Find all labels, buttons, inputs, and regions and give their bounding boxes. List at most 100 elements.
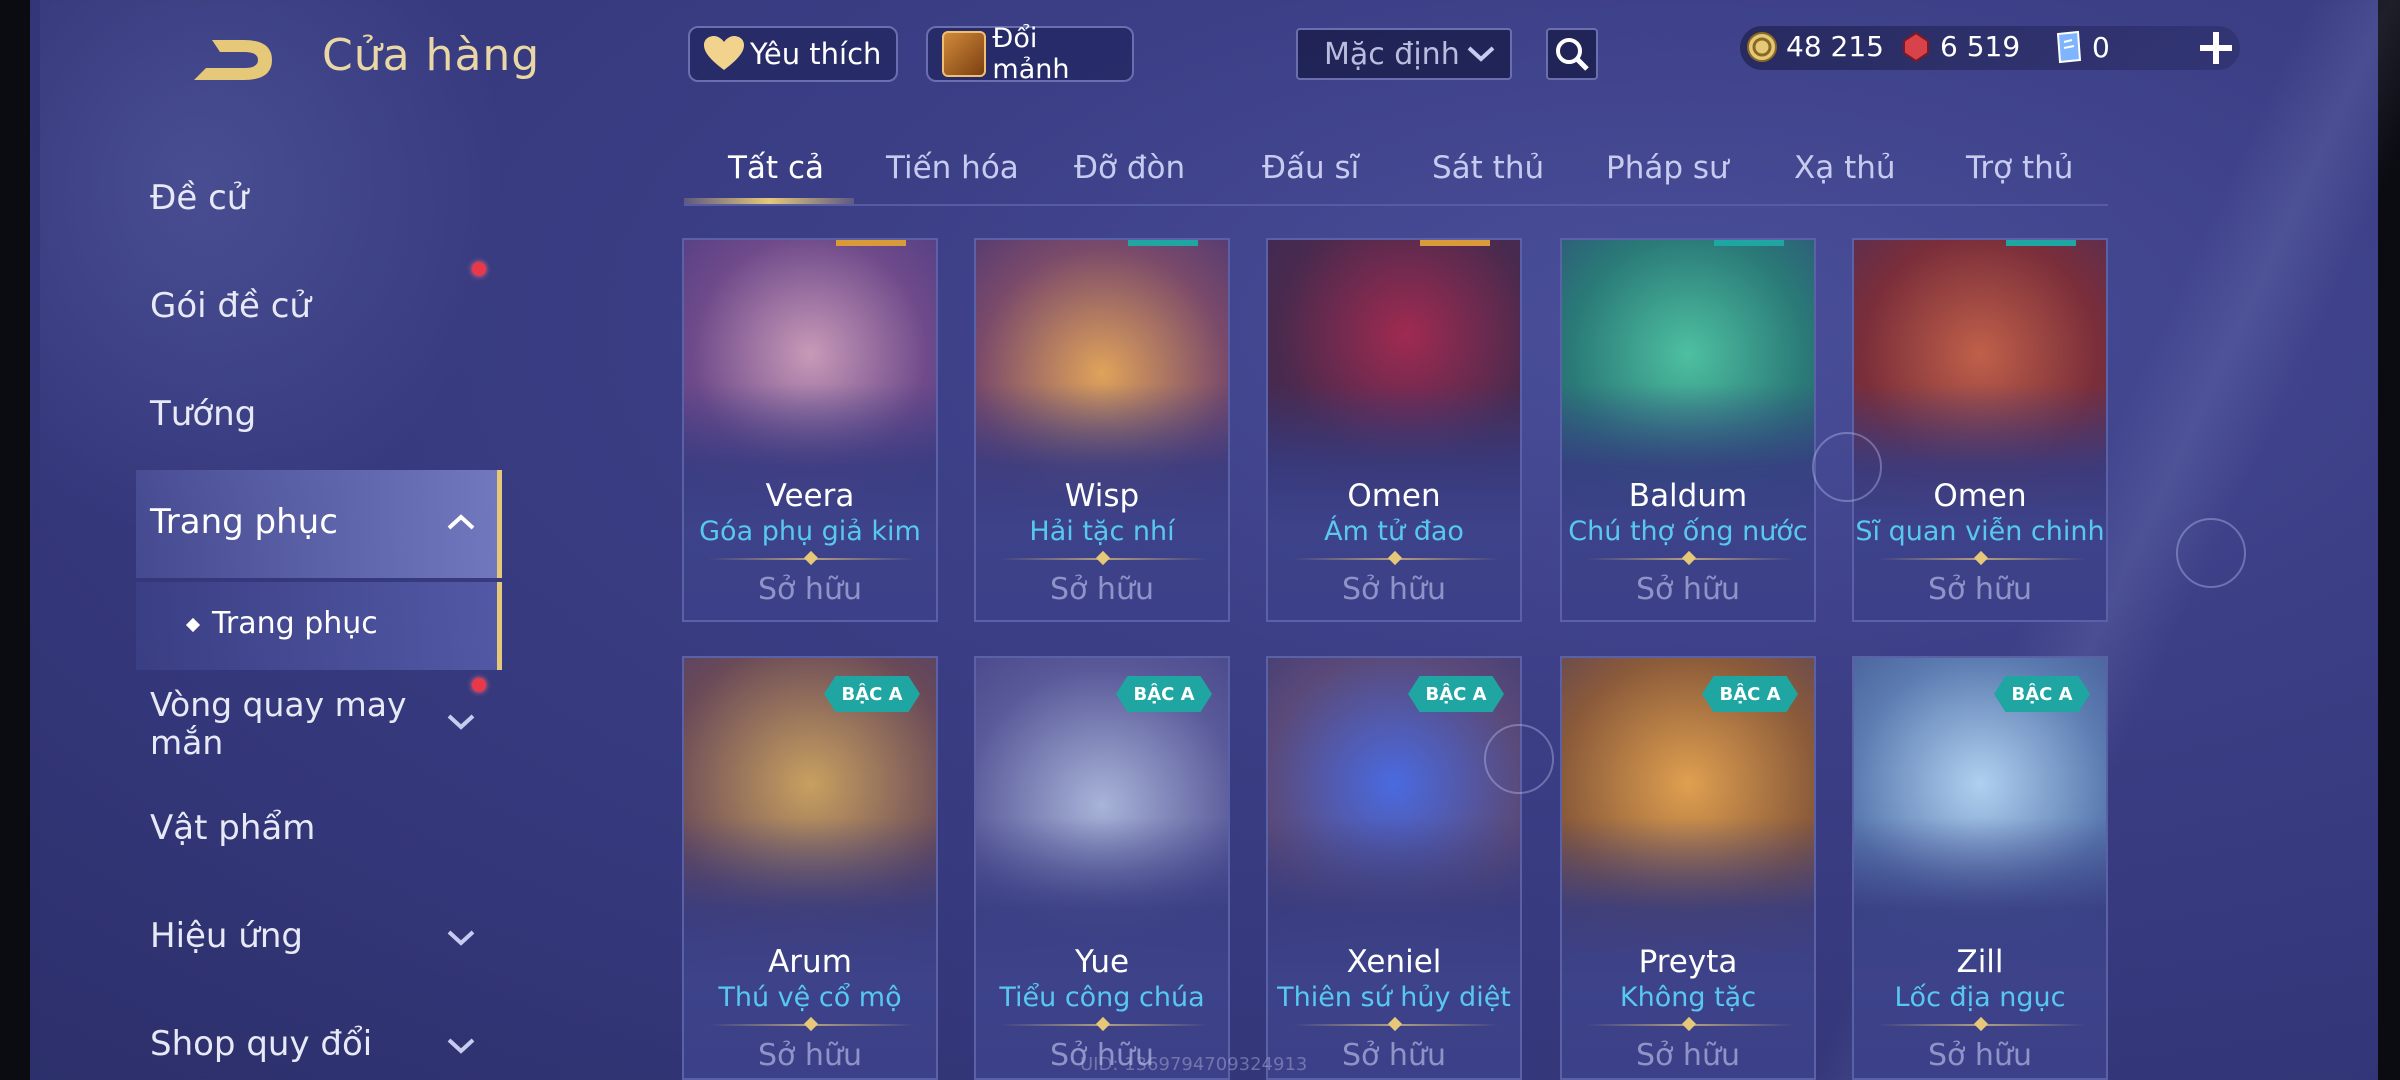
card-top-tab [1128, 240, 1198, 246]
heart-icon [704, 36, 744, 70]
voucher-currency: 0 [2052, 30, 2110, 64]
sidebar-item-skins[interactable]: Trang phục [150, 502, 338, 542]
add-currency-button[interactable] [2196, 28, 2236, 68]
rank-badge: BẬC A [1702, 676, 1798, 712]
card-top-tab [1714, 240, 1784, 246]
shard-exchange-label: Đổi mảnh [992, 23, 1070, 85]
hero-name: Arum [768, 944, 852, 980]
skin-card[interactable]: BẬC A Yue Tiểu công chúa Sở hữu [974, 656, 1230, 1080]
skin-card[interactable]: Baldum Chú thợ ống nước Sở hữu [1560, 238, 1816, 622]
sidebar-item-effects[interactable]: Hiệu ứng [150, 916, 303, 956]
hero-name: Wisp [1064, 478, 1140, 514]
skin-card[interactable]: BẬC A Arum Thú vệ cổ mộ Sở hữu [682, 656, 938, 1080]
owned-status: Sở hữu [758, 572, 862, 607]
owned-status: Sở hữu [758, 1038, 862, 1073]
chevron-down-icon [1467, 46, 1495, 62]
gold-amount: 48 215 [1786, 30, 1884, 63]
owned-status: Sở hữu [1342, 572, 1446, 607]
ruby-amount: 6 519 [1940, 30, 2021, 63]
tab-all[interactable]: Tất cả [728, 150, 824, 186]
rank-badge: BẬC A [1994, 676, 2090, 712]
voucher-amount: 0 [2092, 30, 2110, 64]
rank-badge: BẬC A [1116, 676, 1212, 712]
sidebar-item-heroes[interactable]: Tướng [150, 394, 256, 434]
tab-tank[interactable]: Đỡ đòn [1074, 150, 1185, 186]
hero-name: Zill [1956, 944, 2004, 980]
skin-card[interactable]: BẬC A Xeniel Thiên sứ hủy diệt Sở hữu [1266, 656, 1522, 1080]
active-tab-indicator [684, 198, 854, 204]
owned-status: Sở hữu [1636, 1038, 1740, 1073]
ruby-currency: 6 519 [1900, 30, 2020, 63]
owned-status: Sở hữu [1050, 572, 1154, 607]
skin-name: Không tặc [1619, 982, 1757, 1013]
skin-name: Sĩ quan viễn chinh [1855, 516, 2105, 547]
favorites-label: Yêu thích [750, 37, 882, 71]
skin-name: Thiên sứ hủy diệt [1277, 982, 1511, 1013]
sidebar-item-recommended-packs[interactable]: Gói đề cử [150, 286, 311, 326]
right-letterbox [2378, 0, 2400, 1080]
notification-dot [472, 678, 486, 692]
search-icon [1556, 38, 1589, 71]
skin-name: Tiểu công chúa [999, 982, 1205, 1013]
plus-icon [2200, 32, 2232, 64]
sidebar-subitem-skins[interactable]: Trang phục [212, 606, 378, 641]
favorites-button[interactable]: Yêu thích [688, 26, 898, 82]
skin-card[interactable]: Wisp Hải tặc nhí Sở hữu [974, 238, 1230, 622]
tab-marksman[interactable]: Xạ thủ [1794, 150, 1896, 186]
card-top-tab [2006, 240, 2076, 246]
back-button[interactable] [186, 34, 278, 86]
owned-status: Sở hữu [1928, 572, 2032, 607]
sort-dropdown[interactable]: Mặc định [1296, 28, 1512, 80]
category-tabs: Tất cả Tiến hóa Đỡ đòn Đấu sĩ Sát thủ Ph… [684, 140, 2108, 206]
hero-name: Omen [1347, 478, 1441, 514]
chevron-down-icon [447, 1038, 475, 1054]
tab-assassin[interactable]: Sát thủ [1432, 150, 1544, 186]
chevron-down-icon [447, 930, 475, 946]
search-button[interactable] [1546, 28, 1598, 80]
rank-badge: BẬC A [824, 676, 920, 712]
skin-card[interactable]: BẬC A Zill Lốc địa ngục Sở hữu [1852, 656, 2108, 1080]
hero-name: Xeniel [1346, 944, 1442, 980]
sidebar-item-lucky-spin[interactable]: Vòng quay may mắn [150, 686, 440, 762]
hero-name: Veera [765, 478, 855, 514]
skin-card[interactable]: Omen Ám tử đao Sở hữu [1266, 238, 1522, 622]
sidebar-item-exchange-shop[interactable]: Shop quy đổi [150, 1024, 372, 1064]
voucher-icon [2056, 30, 2082, 64]
page-title: Cửa hàng [322, 30, 541, 81]
shard-exchange-button[interactable]: Đổi mảnh [926, 23, 1134, 85]
chevron-up-icon [447, 514, 475, 530]
hero-name: Preyta [1638, 944, 1738, 980]
skin-name: Góa phụ giả kim [699, 516, 921, 547]
sidebar-item-recommended[interactable]: Đề cử [150, 178, 248, 218]
skin-name: Thú vệ cổ mộ [718, 982, 902, 1013]
skin-name: Lốc địa ngục [1894, 982, 2066, 1013]
skin-card[interactable]: BẬC A Preyta Không tặc Sở hữu [1560, 656, 1816, 1080]
tab-mage[interactable]: Pháp sư [1606, 150, 1729, 186]
owned-status: Sở hữu [1636, 572, 1740, 607]
hero-name: Baldum [1628, 478, 1748, 514]
skin-name: Ám tử đao [1324, 516, 1464, 547]
decorative-ring [2176, 518, 2246, 588]
gold-coin-icon [1747, 31, 1777, 62]
sidebar-item-items[interactable]: Vật phẩm [150, 808, 315, 848]
chevron-down-icon [447, 714, 475, 730]
ruby-icon [1903, 31, 1929, 62]
back-arrow-icon [194, 40, 272, 80]
sort-dropdown-value: Mặc định [1324, 36, 1460, 72]
user-id-watermark: UID: 1369794709324913 [1080, 1054, 1308, 1075]
tab-fighter[interactable]: Đấu sĩ [1262, 150, 1359, 186]
tab-evolution[interactable]: Tiến hóa [886, 150, 1019, 186]
skin-card[interactable]: Omen Sĩ quan viễn chinh Sở hữu [1852, 238, 2108, 622]
owned-status: Sở hữu [1928, 1038, 2032, 1073]
skin-card[interactable]: Veera Góa phụ giả kim Sở hữu [682, 238, 938, 622]
hero-name: Yue [1074, 944, 1130, 980]
gold-currency: 48 215 [1746, 30, 1884, 63]
tab-support[interactable]: Trợ thủ [1966, 150, 2073, 186]
card-top-tab [1420, 240, 1490, 246]
skin-name: Chú thợ ống nước [1568, 516, 1808, 547]
hero-name: Omen [1933, 478, 2027, 514]
decorative-ring [1484, 724, 1554, 794]
chest-icon [942, 31, 987, 77]
rank-badge: BẬC A [1408, 676, 1504, 712]
skin-name: Hải tặc nhí [1029, 516, 1175, 547]
